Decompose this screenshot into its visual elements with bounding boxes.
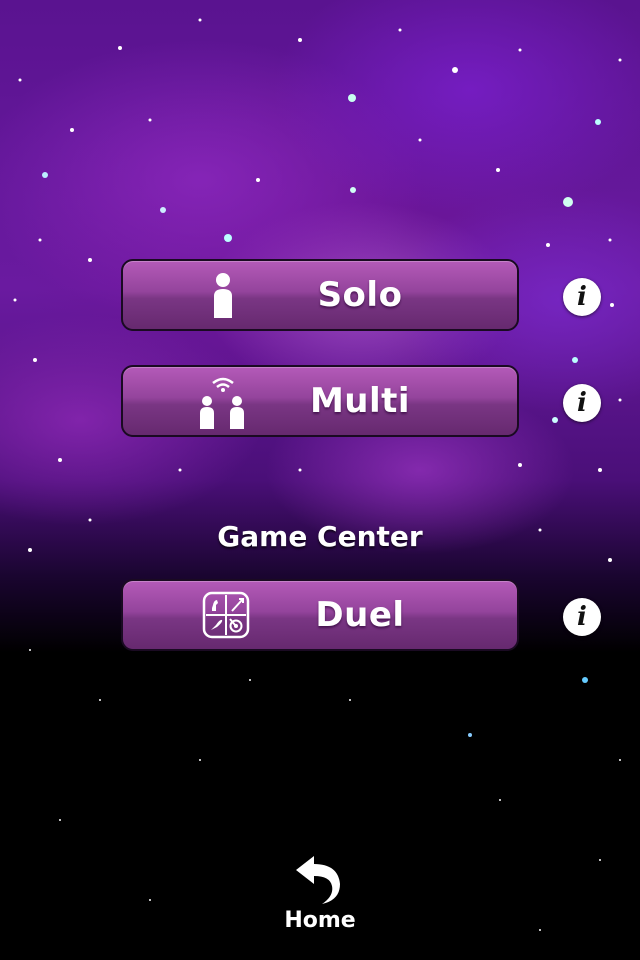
info-icon: i — [577, 601, 587, 632]
back-arrow-icon — [296, 856, 340, 904]
menu-screen: Solo i Multi i Game Center Duel i Home — [0, 0, 640, 960]
duel-button[interactable]: Duel — [121, 579, 519, 651]
duel-info-button[interactable]: i — [563, 598, 601, 636]
home-button[interactable]: Home — [270, 852, 370, 942]
solo-info-button[interactable]: i — [563, 278, 601, 316]
home-label: Home — [284, 908, 356, 933]
game-center-title: Game Center — [217, 520, 423, 553]
solo-label: Solo — [317, 275, 403, 315]
info-icon: i — [577, 387, 587, 418]
solo-button[interactable]: Solo — [121, 259, 519, 331]
info-icon: i — [577, 281, 587, 312]
multi-label: Multi — [309, 381, 411, 421]
multi-info-button[interactable]: i — [563, 384, 601, 422]
starfield-background — [13, 18, 622, 931]
duel-label: Duel — [315, 595, 405, 635]
multi-button[interactable]: Multi — [121, 365, 519, 437]
